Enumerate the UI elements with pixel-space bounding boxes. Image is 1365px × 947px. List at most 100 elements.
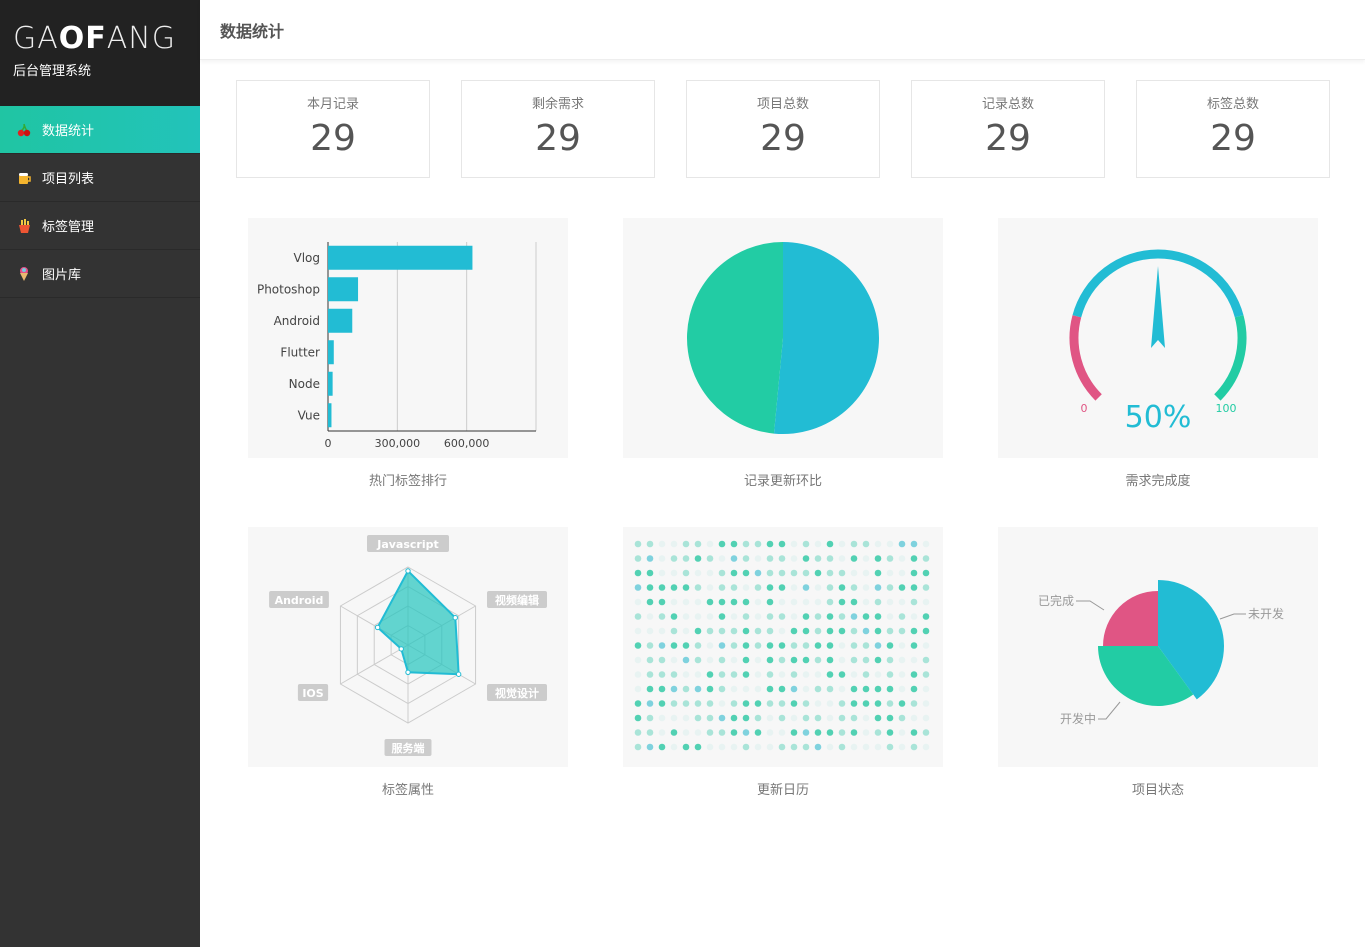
gauge-max-label: 100 bbox=[1216, 402, 1237, 415]
calendar-dot bbox=[766, 598, 774, 606]
sidebar-item-gallery[interactable]: 图片库 bbox=[0, 250, 200, 298]
calendar-dot bbox=[838, 656, 846, 664]
calendar-dot bbox=[658, 584, 666, 591]
calendar-dot bbox=[634, 714, 642, 722]
calendar-dot bbox=[874, 714, 882, 722]
chart-project-status: 未开发 开发中 已完成 项目状态 bbox=[998, 527, 1318, 798]
calendar-dot bbox=[850, 671, 858, 678]
pie-chart[interactable] bbox=[623, 218, 943, 458]
calendar-dot bbox=[910, 685, 918, 693]
calendar-dot bbox=[814, 613, 822, 620]
calendar-dot bbox=[670, 555, 678, 562]
calendar-dot bbox=[850, 729, 858, 736]
calendar-dot bbox=[718, 555, 726, 562]
calendar-dot bbox=[862, 714, 870, 722]
chart-caption: 更新日历 bbox=[756, 783, 809, 798]
calendar-dot bbox=[874, 555, 882, 562]
calendar-dot bbox=[694, 642, 702, 649]
calendar-dot bbox=[742, 700, 750, 707]
calendar-dot bbox=[862, 569, 870, 577]
stats-row: 本月记录 29 剩余需求 29 项目总数 29 记录总数 29 标签总数 29 bbox=[236, 80, 1330, 178]
calendar-dot bbox=[898, 540, 906, 548]
sidebar: GAOFANG 后台管理系统 数据统计 项目列表 标签管理 图片库 bbox=[0, 0, 200, 947]
calendar-dot bbox=[694, 743, 702, 751]
chart-caption: 记录更新环比 bbox=[743, 474, 822, 489]
calendar-dot bbox=[778, 540, 786, 548]
calendar-dot bbox=[718, 656, 726, 664]
chart-caption: 热门标签排行 bbox=[368, 474, 447, 489]
calendar-dot bbox=[778, 685, 786, 693]
chart-calendar: 更新日历 bbox=[623, 527, 943, 798]
calendar-dot bbox=[730, 685, 738, 693]
calendar-dot bbox=[682, 729, 690, 736]
calendar-dot bbox=[898, 598, 906, 606]
calendar-dot bbox=[754, 555, 762, 562]
calendar-dot bbox=[826, 685, 834, 693]
calendar-dot bbox=[922, 700, 930, 707]
calendar-dot bbox=[850, 714, 858, 722]
status-pie-chart[interactable]: 未开发开发中 已完成 bbox=[998, 527, 1318, 767]
calendar-dot bbox=[862, 613, 870, 620]
calendar-dot bbox=[778, 642, 786, 649]
calendar-dot bbox=[742, 671, 750, 678]
calendar-dot bbox=[850, 569, 858, 577]
calendar-dot bbox=[634, 656, 642, 664]
radar-point bbox=[455, 671, 462, 677]
calendar-dot bbox=[706, 656, 714, 664]
calendar-dot bbox=[838, 743, 846, 751]
gauge-chart[interactable]: 0 100 50% bbox=[998, 218, 1318, 458]
stat-card: 记录总数 29 bbox=[911, 80, 1105, 178]
calendar-dot bbox=[754, 540, 762, 548]
brand: GAOFANG 后台管理系统 bbox=[0, 0, 200, 106]
calendar-dot bbox=[718, 714, 726, 722]
calendar-dot bbox=[742, 540, 750, 548]
calendar-dot bbox=[766, 729, 774, 736]
calendar-dot bbox=[670, 598, 678, 606]
calendar-dot bbox=[742, 743, 750, 751]
heatmap-chart[interactable] bbox=[623, 527, 943, 767]
calendar-dot bbox=[646, 656, 654, 664]
calendar-dot bbox=[898, 714, 906, 722]
calendar-dot bbox=[838, 671, 846, 678]
calendar-dot bbox=[922, 598, 930, 606]
calendar-dot bbox=[886, 714, 894, 722]
calendar-dot bbox=[706, 613, 714, 620]
pie-slice bbox=[773, 242, 879, 434]
sidebar-item-tags[interactable]: 标签管理 bbox=[0, 202, 200, 250]
bar-chart[interactable]: Vlog Photoshop Android Flutter Node Vue 0 300,0… bbox=[248, 218, 568, 458]
calendar-dot bbox=[850, 700, 858, 707]
calendar-dot bbox=[646, 555, 654, 562]
calendar-dot bbox=[874, 729, 882, 736]
sidebar-item-stats[interactable]: 数据统计 bbox=[0, 106, 200, 154]
calendar-dot bbox=[850, 642, 858, 649]
calendar-dot bbox=[922, 584, 930, 591]
radar-chart[interactable]: Javascript 视频编辑视觉设计服务端 IOS Android bbox=[248, 527, 568, 767]
stat-value: 29 bbox=[310, 118, 356, 159]
calendar-dot bbox=[742, 656, 750, 664]
calendar-dot bbox=[670, 729, 678, 736]
calendar-dot bbox=[862, 743, 870, 751]
sidebar-item-projects[interactable]: 项目列表 bbox=[0, 154, 200, 202]
radar-point bbox=[405, 669, 411, 676]
bar bbox=[328, 277, 359, 302]
calendar-dot bbox=[814, 584, 822, 591]
radar-label: Android bbox=[275, 594, 324, 607]
icecream-icon bbox=[16, 266, 32, 282]
stat-label: 项目总数 bbox=[756, 97, 809, 112]
calendar-dot bbox=[658, 700, 666, 707]
chart-completion: 0 100 50% 需求完成度 bbox=[998, 218, 1318, 489]
calendar-dot bbox=[790, 685, 798, 693]
stat-label: 剩余需求 bbox=[531, 97, 584, 112]
calendar-dot bbox=[670, 627, 678, 635]
calendar-dot bbox=[850, 540, 858, 548]
calendar-dot bbox=[718, 642, 726, 649]
calendar-dot bbox=[658, 613, 666, 620]
calendar-dot bbox=[886, 598, 894, 606]
calendar-dot bbox=[694, 598, 702, 606]
calendar-dot bbox=[754, 714, 762, 722]
stat-card: 本月记录 29 bbox=[236, 80, 430, 178]
chart-caption: 标签属性 bbox=[381, 783, 434, 798]
calendar-dot bbox=[694, 540, 702, 548]
calendar-dot bbox=[862, 729, 870, 736]
calendar-dot bbox=[766, 584, 774, 591]
